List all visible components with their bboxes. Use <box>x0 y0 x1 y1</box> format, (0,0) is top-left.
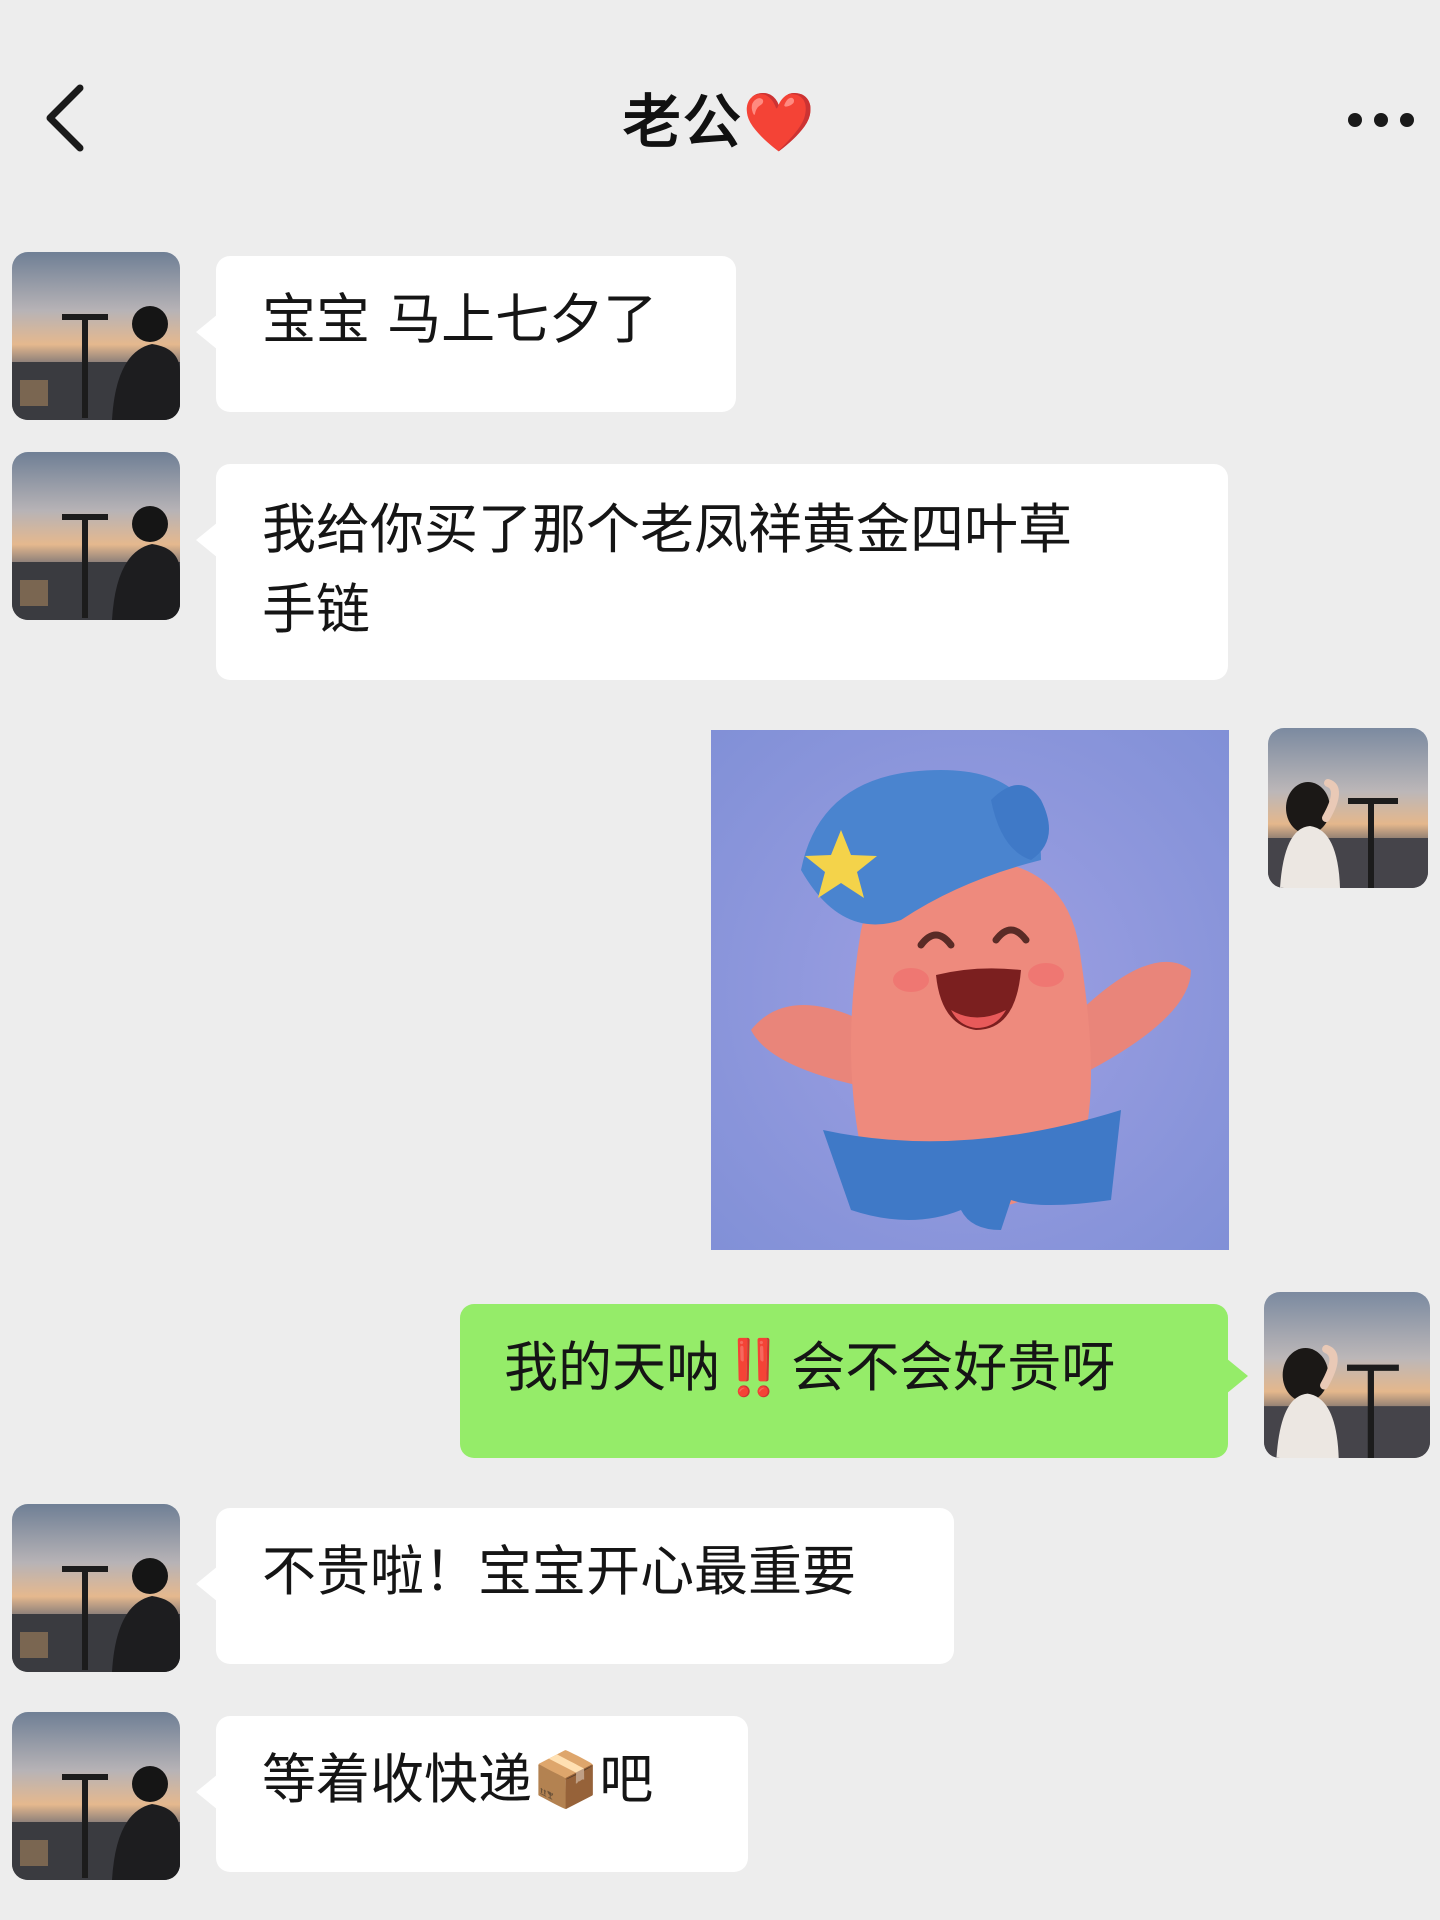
message-text: 等着收快递 <box>262 1748 532 1811</box>
contact-avatar[interactable] <box>12 1504 180 1672</box>
message-bubble-incoming[interactable]: 不贵啦！宝宝开心最重要 <box>196 1508 954 1664</box>
message-text-line: 我给你买了那个老凤祥黄金四叶草 <box>262 498 1072 561</box>
heart-emoji: ❤️ <box>742 88 818 156</box>
more-options-button[interactable] <box>1338 100 1422 140</box>
more-dots-icon <box>1348 113 1362 127</box>
contact-avatar[interactable] <box>12 252 180 420</box>
sticker-image[interactable] <box>711 730 1229 1250</box>
message-text-line: 手链 <box>262 578 370 641</box>
message-text: 不贵啦！宝宝开心最重要 <box>262 1540 856 1603</box>
package-emoji: 📦 <box>532 1748 600 1811</box>
avatar-man-photo <box>12 1504 180 1672</box>
contact-name: 老公 <box>622 88 743 156</box>
message-text: 宝宝 马上七夕了 <box>262 288 658 351</box>
avatar-man-photo <box>12 252 180 420</box>
chat-header: 老公❤️ <box>0 0 1440 200</box>
message-bubble-incoming[interactable]: 宝宝 马上七夕了 <box>196 256 736 412</box>
contact-avatar[interactable] <box>12 452 180 620</box>
my-avatar[interactable] <box>1268 728 1428 888</box>
message-bubble-incoming[interactable]: 等着收快递📦吧 <box>196 1716 748 1872</box>
message-text: 会不会好贵呀 <box>791 1336 1116 1399</box>
contact-avatar[interactable] <box>12 1712 180 1880</box>
double-exclamation-emoji: ‼️ <box>720 1336 787 1399</box>
smiling-star-sticker <box>711 730 1229 1250</box>
message-text: 吧 <box>599 1748 654 1811</box>
avatar-woman-photo <box>1264 1292 1430 1458</box>
chat-title: 老公❤️ <box>0 82 1440 162</box>
message-bubble-outgoing[interactable]: 我的天呐‼️ 会不会好贵呀 <box>460 1304 1248 1458</box>
avatar-woman-photo <box>1268 728 1428 888</box>
avatar-man-photo <box>12 1712 180 1880</box>
avatar-man-photo <box>12 452 180 620</box>
my-avatar[interactable] <box>1264 1292 1430 1458</box>
message-bubble-incoming[interactable]: 我给你买了那个老凤祥黄金四叶草 手链 <box>196 464 1228 680</box>
message-text: 我的天呐 <box>504 1336 720 1399</box>
